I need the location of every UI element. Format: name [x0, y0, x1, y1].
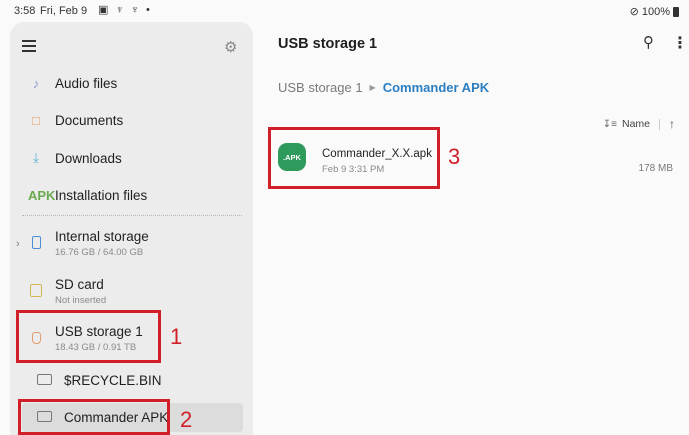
- sd-card-icon: [28, 284, 44, 300]
- settings-gear-icon[interactable]: ⚙: [224, 38, 237, 56]
- folder-icon: [36, 373, 52, 388]
- sidebar-item-label: Internal storage: [55, 229, 149, 244]
- sidebar-item-label: Installation files: [55, 187, 148, 203]
- breadcrumb-item-commander-apk[interactable]: Commander APK: [383, 80, 489, 95]
- annotation-number-1: 1: [170, 324, 183, 349]
- battery-percent: 100%: [641, 5, 670, 18]
- sidebar-item-sd-card[interactable]: SD card Not inserted: [10, 273, 253, 311]
- battery-icon: [673, 6, 679, 17]
- apk-icon: APK: [28, 187, 56, 203]
- sidebar-item-label: Downloads: [55, 150, 122, 166]
- sidebar-item-label: Audio files: [55, 75, 118, 91]
- sidebar-item-label: $RECYCLE.BIN: [64, 372, 162, 388]
- sidebar-item-sub: 16.76 GB / 64.00 GB: [55, 247, 144, 258]
- breadcrumb: USB storage 1 ▶ Commander APK: [278, 80, 489, 95]
- file-list-item[interactable]: .APK Commander_X.X.apk Feb 9 3:31 PM 178…: [268, 127, 689, 187]
- annotation-box-2: [18, 399, 170, 435]
- file-size: 178 MB: [638, 163, 673, 174]
- do-not-disturb-icon: ⊘: [629, 6, 639, 18]
- sidebar-item-sub: Not inserted: [55, 295, 107, 306]
- apk-file-icon: .APK: [278, 143, 306, 171]
- sidebar-item-internal-storage[interactable]: › Internal storage 16.76 GB / 64.00 GB: [10, 225, 253, 263]
- music-note-icon: ♪: [32, 75, 40, 91]
- status-right: ⊘ 100%: [630, 5, 679, 18]
- status-bar: 3:58 Fri, Feb 9 ▣ ♆ ♆ • ⊘ 100%: [0, 0, 689, 22]
- menu-icon[interactable]: [22, 40, 36, 55]
- sidebar-item-label: SD card: [55, 277, 104, 292]
- chevron-right-icon[interactable]: ›: [16, 238, 20, 250]
- sidebar-item-documents[interactable]: □ Documents: [10, 101, 253, 139]
- search-icon[interactable]: ⚲: [643, 33, 654, 51]
- sidebar-item-installation-files[interactable]: APK Installation files: [10, 176, 253, 214]
- sidebar-divider: [22, 215, 242, 216]
- more-options-icon[interactable]: ⋮: [672, 33, 688, 53]
- status-time: 3:58: [14, 5, 36, 17]
- file-name: Commander_X.X.apk: [322, 148, 432, 160]
- phone-storage-icon: [28, 236, 44, 252]
- download-icon: ⤓: [33, 150, 39, 165]
- file-date: Feb 9 3:31 PM: [322, 164, 385, 175]
- breadcrumb-separator-icon: ▶: [369, 83, 376, 92]
- breadcrumb-item-usb-storage[interactable]: USB storage 1: [278, 80, 363, 95]
- sidebar-item-label: Documents: [55, 112, 124, 128]
- page-title: USB storage 1: [278, 36, 378, 52]
- annotation-box-1: [16, 310, 161, 363]
- document-icon: □: [32, 112, 40, 128]
- sidebar-item-audio[interactable]: ♪ Audio files: [10, 64, 253, 102]
- annotation-number-2: 2: [180, 407, 193, 432]
- notification-icons: ▣ ♆ ♆ •: [98, 4, 152, 16]
- status-date: Fri, Feb 9: [40, 5, 88, 17]
- sidebar-item-recycle-bin[interactable]: $RECYCLE.BIN: [10, 361, 253, 399]
- sidebar-item-downloads[interactable]: ⤓ Downloads: [10, 139, 253, 177]
